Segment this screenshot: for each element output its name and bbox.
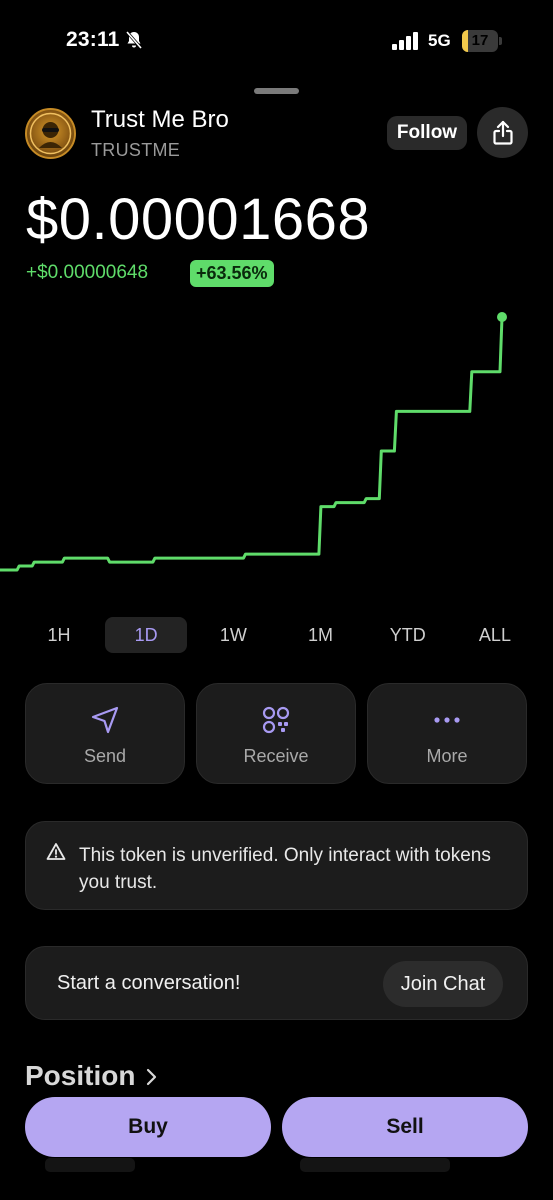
qr-code-icon bbox=[262, 706, 290, 734]
price-chart[interactable] bbox=[0, 300, 553, 590]
chat-card: Start a conversation! Join Chat bbox=[25, 946, 528, 1020]
time-range-tabs: 1H 1D 1W 1M YTD ALL bbox=[18, 617, 536, 653]
send-label: Send bbox=[83, 746, 127, 766]
position-heading[interactable]: Position bbox=[25, 1060, 135, 1092]
bell-muted-icon bbox=[125, 31, 143, 49]
status-time: 23:11 bbox=[66, 28, 120, 51]
more-button[interactable]: More bbox=[367, 683, 527, 784]
current-price-dot bbox=[497, 312, 507, 322]
network-type: 5G bbox=[428, 31, 451, 50]
range-tab-ytd[interactable]: YTD bbox=[367, 617, 449, 653]
token-price: $0.00001668 bbox=[26, 187, 371, 252]
range-tab-1d[interactable]: 1D bbox=[105, 617, 188, 653]
range-tab-1h[interactable]: 1H bbox=[18, 617, 100, 653]
battery-icon: 17 bbox=[462, 30, 502, 52]
warning-text: This token is unverified. Only interact … bbox=[79, 845, 491, 893]
join-chat-button[interactable]: Join Chat bbox=[383, 961, 503, 1007]
sheet-grabber[interactable] bbox=[254, 88, 299, 94]
status-bar: 23:11 5G 17 bbox=[0, 0, 553, 80]
chat-prompt: Start a conversation! bbox=[57, 972, 241, 994]
follow-button[interactable]: Follow bbox=[387, 116, 467, 150]
send-icon bbox=[91, 706, 119, 734]
range-tab-1m[interactable]: 1M bbox=[280, 617, 362, 653]
price-change-absolute: +$0.00000648 bbox=[26, 262, 149, 283]
warning-icon bbox=[46, 843, 66, 860]
range-tab-1w[interactable]: 1W bbox=[192, 617, 274, 653]
price-line bbox=[0, 316, 504, 572]
token-name: Trust Me Bro bbox=[91, 106, 229, 133]
share-button[interactable] bbox=[477, 107, 528, 158]
token-symbol: TRUSTME bbox=[91, 140, 181, 160]
receive-label: Receive bbox=[243, 746, 309, 766]
chevron-right-icon[interactable] bbox=[144, 1067, 160, 1087]
price-change-percent-badge: +63.56% bbox=[190, 260, 274, 287]
position-row-placeholder bbox=[300, 1158, 450, 1172]
unverified-warning: This token is unverified. Only interact … bbox=[25, 821, 528, 910]
more-label: More bbox=[426, 746, 468, 766]
buy-button[interactable]: Buy bbox=[25, 1097, 271, 1157]
send-button[interactable]: Send bbox=[25, 683, 185, 784]
battery-level: 17 bbox=[471, 32, 489, 49]
position-row-placeholder bbox=[45, 1158, 135, 1172]
share-icon bbox=[492, 120, 513, 145]
receive-button[interactable]: Receive bbox=[196, 683, 356, 784]
sell-button[interactable]: Sell bbox=[282, 1097, 528, 1157]
token-avatar bbox=[25, 108, 76, 159]
signal-icon bbox=[392, 32, 418, 50]
more-dots-icon bbox=[434, 717, 460, 723]
range-tab-all[interactable]: ALL bbox=[454, 617, 536, 653]
